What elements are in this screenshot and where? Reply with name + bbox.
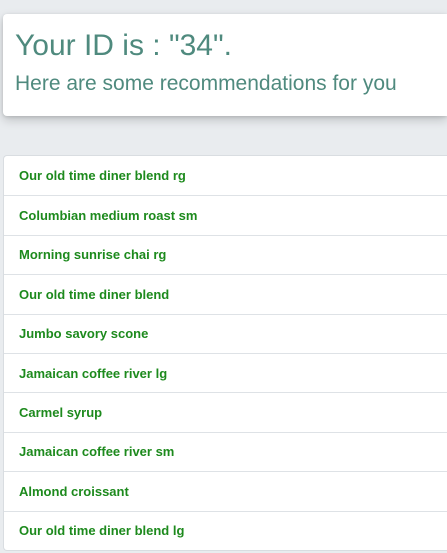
recommendation-link[interactable]: Our old time diner blend [19, 287, 169, 302]
list-item[interactable]: Morning sunrise chai rg [4, 234, 447, 274]
recommendation-link[interactable]: Jamaican coffee river sm [19, 444, 174, 459]
recommendation-link[interactable]: Jumbo savory scone [19, 326, 148, 341]
recommendation-link[interactable]: Columbian medium roast sm [19, 208, 197, 223]
list-item[interactable]: Our old time diner blend rg [4, 156, 447, 195]
list-item[interactable]: Jamaican coffee river sm [4, 431, 447, 471]
recommendation-link[interactable]: Morning sunrise chai rg [19, 247, 166, 262]
list-item[interactable]: Jamaican coffee river lg [4, 352, 447, 392]
list-item[interactable]: Our old time diner blend [4, 274, 447, 313]
list-item[interactable]: Our old time diner blend lg [4, 510, 447, 550]
recommendation-link[interactable]: Jamaican coffee river lg [19, 366, 167, 381]
header-card: Your ID is : "34". Here are some recomme… [3, 14, 447, 116]
list-item[interactable]: Jumbo savory scone [4, 313, 447, 353]
recommendation-list: Our old time diner blend rg Columbian me… [3, 155, 447, 551]
recommendation-link[interactable]: Carmel syrup [19, 405, 102, 420]
list-item[interactable]: Carmel syrup [4, 392, 447, 431]
recommendation-link[interactable]: Almond croissant [19, 484, 129, 499]
list-item[interactable]: Columbian medium roast sm [4, 195, 447, 234]
page-title: Your ID is : "34". [15, 29, 232, 62]
recommendation-link[interactable]: Our old time diner blend lg [19, 523, 184, 538]
recommendation-link[interactable]: Our old time diner blend rg [19, 168, 186, 183]
page-subtitle: Here are some recommendations for you [15, 72, 397, 95]
list-item[interactable]: Almond croissant [4, 471, 447, 510]
